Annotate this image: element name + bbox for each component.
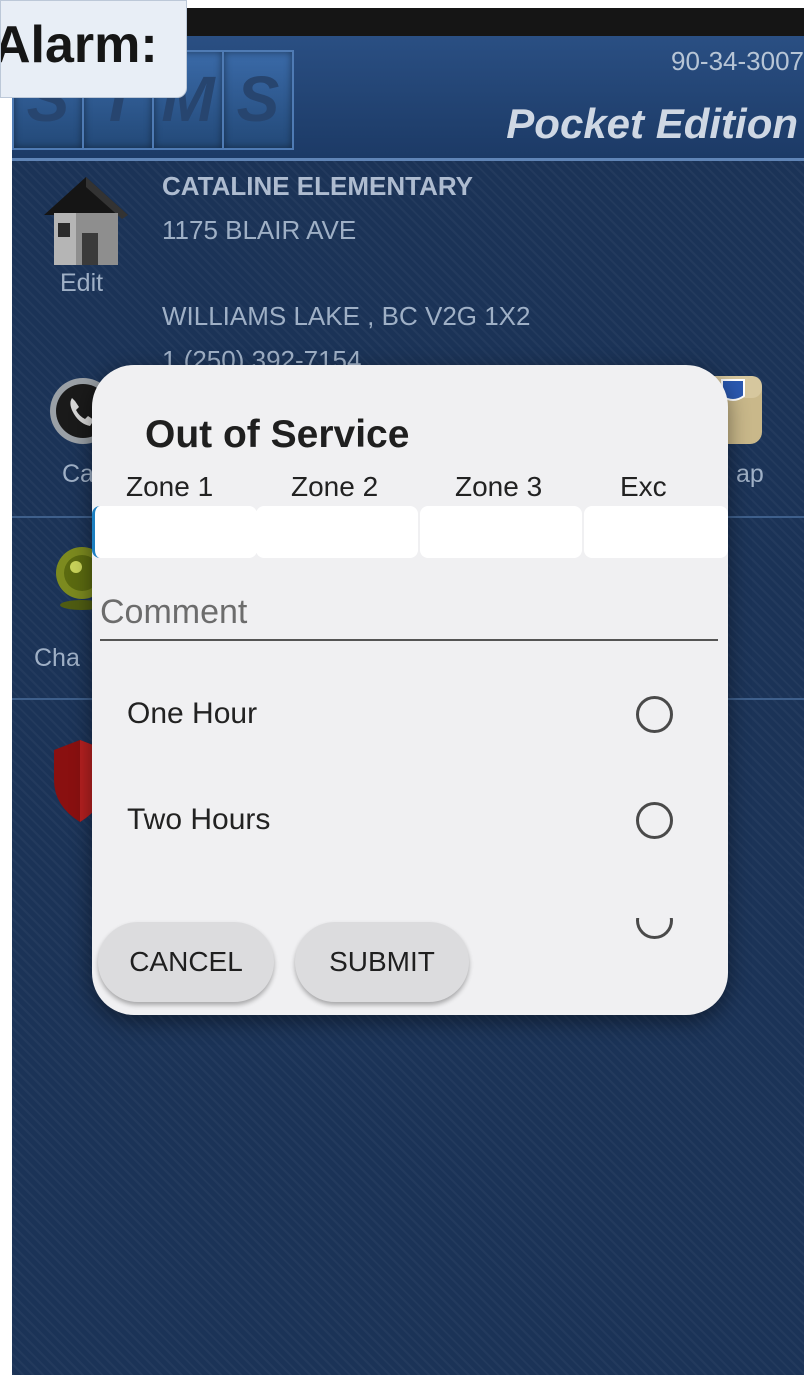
map-label[interactable]: ap [736,460,764,489]
edition-label: Pocket Edition [506,100,798,147]
radio-button[interactable] [636,802,673,839]
site-info: Edit CATALINE ELEMENTARY 1175 BLAIR AVE … [12,163,804,375]
zone-3-field[interactable] [420,506,582,558]
option-label: Two Hours [127,803,271,836]
cancel-button[interactable]: CANCEL [98,922,274,1002]
option-one-hour[interactable]: One Hour [92,669,728,759]
zone-1-label: Zone 1 [126,471,214,502]
zone-2-label: Zone 2 [291,471,379,502]
dialog-title: Out of Service [145,413,410,456]
comment-input[interactable] [100,585,718,641]
submit-button[interactable]: SUBMIT [295,922,469,1002]
call-label[interactable]: Ca [62,460,94,489]
alarm-tag: Alarm: [0,0,187,98]
exc-label: Exc [620,471,667,502]
out-of-service-dialog: Out of Service Zone 1 Zone 2 Zone 3 Exc … [92,365,728,1015]
site-address: 1175 BLAIR AVE [162,215,357,245]
zone-3-label: Zone 3 [455,471,543,502]
account-number: 90-34-3007 [671,46,804,76]
change-label[interactable]: Cha [34,644,80,673]
option-two-hours[interactable]: Two Hours [92,775,728,865]
site-city: WILLIAMS LAKE , BC V2G 1X2 [162,301,531,331]
radio-button[interactable] [636,696,673,733]
house-icon[interactable] [38,171,134,267]
zone-2-field[interactable] [256,506,418,558]
zone-1-field[interactable] [92,506,257,558]
edit-label[interactable]: Edit [60,269,103,298]
logo-letter: S [222,50,294,150]
exc-field[interactable] [584,506,728,558]
option-label: One Hour [127,697,258,730]
scroll-clip [92,900,728,918]
site-name: CATALINE ELEMENTARY [162,171,474,201]
